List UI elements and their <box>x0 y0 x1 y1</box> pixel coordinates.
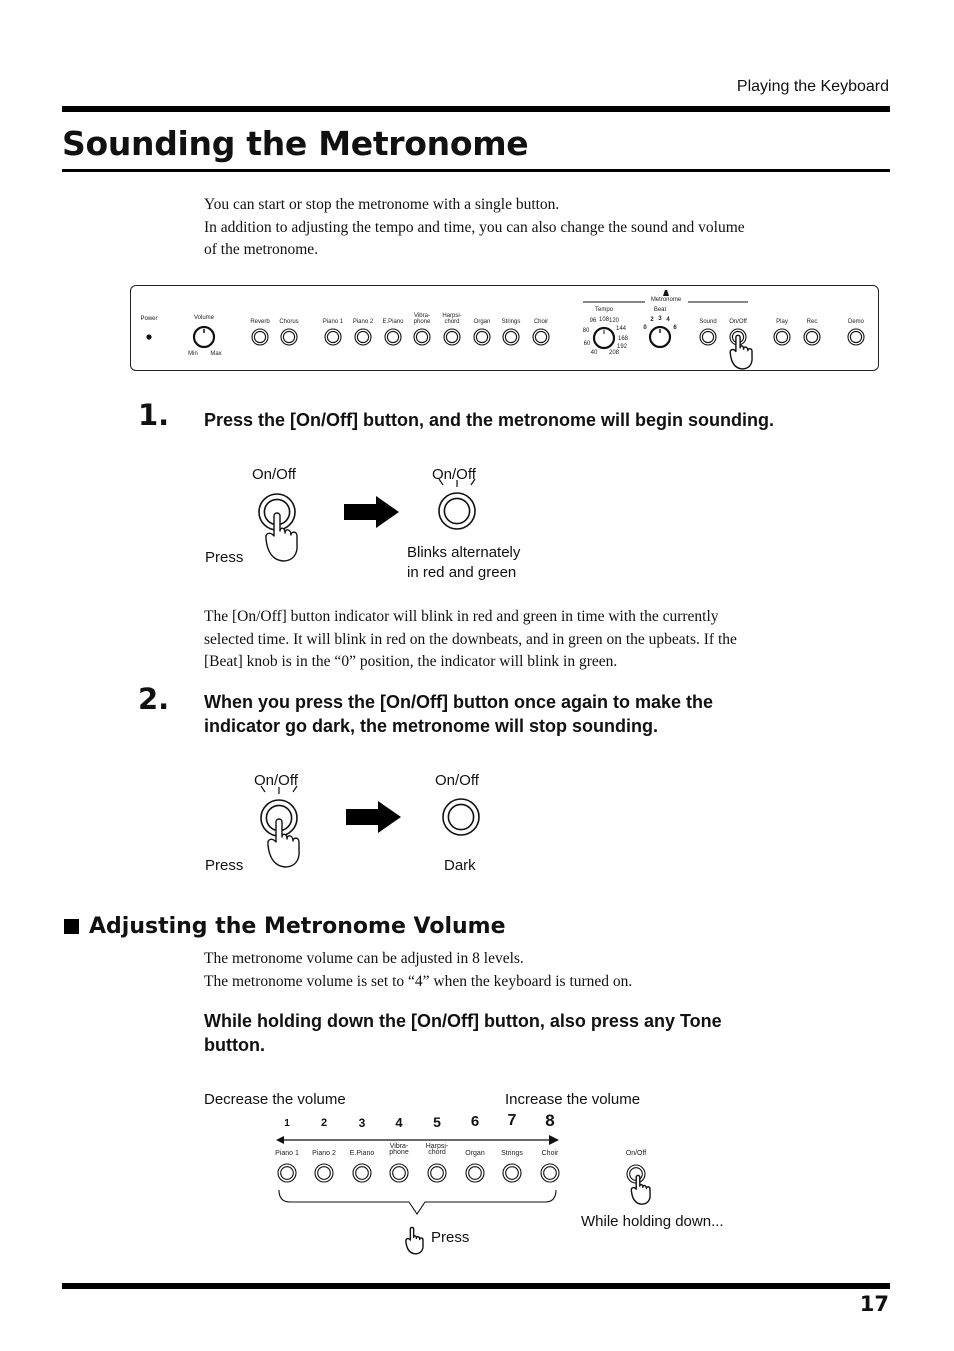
arrow-left-icon <box>276 1136 284 1144</box>
volume-level-number: 3 <box>358 1116 366 1130</box>
volume-svg <box>276 1135 651 1255</box>
tone-button-label: Choir <box>541 1150 559 1157</box>
tone-button-harpsi-chord[interactable] <box>427 1163 447 1183</box>
bracket-icon <box>278 1189 557 1215</box>
volume-level-number: 5 <box>433 1114 441 1130</box>
tone-button-piano-2[interactable] <box>314 1163 334 1183</box>
tone-button-organ[interactable] <box>465 1163 485 1183</box>
hand-pointer-icon <box>405 1226 424 1255</box>
footer-rule <box>62 1283 890 1289</box>
tone-button-strings[interactable] <box>502 1163 522 1183</box>
volume-level-number: 6 <box>470 1113 480 1130</box>
volume-level-number: 8 <box>545 1111 555 1130</box>
volume-level-number: 1 <box>284 1118 290 1129</box>
tone-button-vibra-phone[interactable] <box>389 1163 409 1183</box>
tone-button-e-piano[interactable] <box>352 1163 372 1183</box>
tone-button-choir[interactable] <box>540 1163 560 1183</box>
tone-button-piano-1[interactable] <box>277 1163 297 1183</box>
volume-level-number: 7 <box>507 1112 517 1129</box>
arrow-right-icon <box>549 1135 559 1145</box>
page-number: 17 <box>859 1292 889 1316</box>
onoff-label: On/Off <box>625 1150 647 1157</box>
volume-level-number: 2 <box>320 1117 328 1129</box>
volume-level-number: 4 <box>395 1115 403 1130</box>
